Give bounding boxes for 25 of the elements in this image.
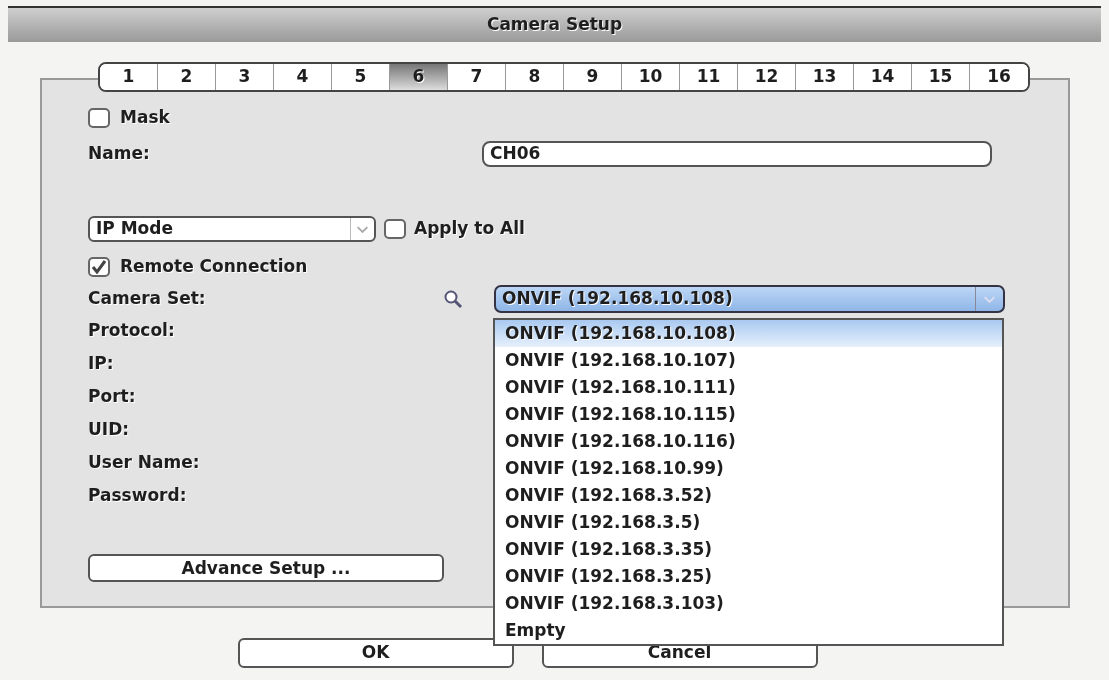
- name-label: Name:: [88, 142, 151, 166]
- window-title: Camera Setup: [486, 13, 623, 37]
- checkbox[interactable]: [88, 108, 110, 128]
- remote-connection-label: Remote Connection: [120, 255, 308, 279]
- search-icon[interactable]: [443, 289, 463, 309]
- channel-tab[interactable]: 1: [100, 64, 158, 90]
- field-label: Protocol:: [88, 318, 175, 342]
- dropdown-option[interactable]: ONVIF (192.168.10.108): [495, 320, 1002, 347]
- mask-label: Mask: [120, 106, 170, 130]
- advance-setup-button[interactable]: Advance Setup ...: [88, 554, 444, 582]
- channel-tab[interactable]: 6: [390, 64, 448, 90]
- checkmark-icon: [91, 260, 107, 274]
- field-label: Port:: [88, 384, 136, 408]
- checkbox[interactable]: [88, 257, 110, 277]
- mode-select[interactable]: IP Mode: [88, 216, 376, 242]
- checkbox[interactable]: [384, 219, 406, 239]
- field-label: IP:: [88, 351, 114, 375]
- name-field[interactable]: CH06: [482, 141, 992, 167]
- camera-set-label: Camera Set:: [88, 287, 207, 311]
- field-label: User Name:: [88, 450, 200, 474]
- field-label: UID:: [88, 417, 130, 441]
- apply-to-all-label: Apply to All: [414, 217, 525, 241]
- camera-set-select[interactable]: ONVIF (192.168.10.108): [494, 285, 1005, 313]
- field-label: Password:: [88, 483, 187, 507]
- dialog-button[interactable]: OK: [237, 638, 514, 668]
